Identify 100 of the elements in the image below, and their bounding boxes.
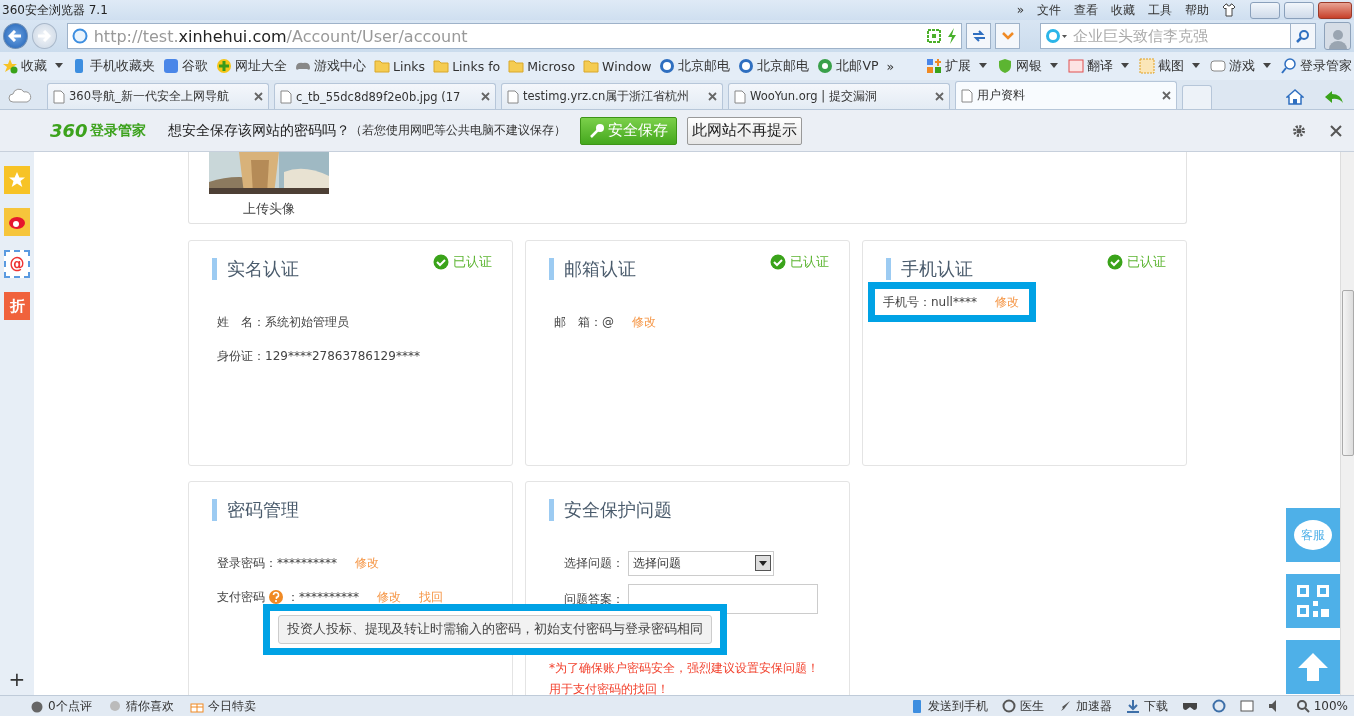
bookmark[interactable]: 游戏中心 bbox=[314, 57, 366, 75]
apps-icon bbox=[926, 58, 942, 74]
page-icon bbox=[53, 89, 65, 104]
toolbar-item[interactable]: 网银 bbox=[1016, 57, 1042, 75]
bookmark[interactable]: 谷歌 bbox=[182, 57, 208, 75]
cloud-icon[interactable] bbox=[8, 87, 32, 103]
home-icon[interactable] bbox=[1286, 89, 1304, 105]
folder-icon bbox=[433, 59, 450, 73]
status-item[interactable]: 0个点评 bbox=[48, 697, 92, 715]
add-button[interactable]: + bbox=[8, 667, 26, 691]
bookmark[interactable]: Links bbox=[393, 58, 426, 74]
shirt-icon[interactable] bbox=[1222, 3, 1236, 17]
qr-code-button[interactable] bbox=[1286, 574, 1340, 628]
toolbar-item[interactable]: 扩展 bbox=[945, 57, 971, 75]
menu-item[interactable]: 收藏 bbox=[1111, 1, 1135, 19]
browser-tab[interactable]: testimg.yrz.cn属于浙江省杭州 bbox=[501, 83, 723, 109]
toolbar-item[interactable]: 截图 bbox=[1158, 57, 1184, 75]
window-icon[interactable] bbox=[1239, 699, 1254, 713]
back-button[interactable] bbox=[3, 23, 28, 49]
warning-text: 用于支付密码的找回！ bbox=[549, 681, 670, 695]
field-text: 手机号：null**** bbox=[883, 293, 977, 311]
browser-tab[interactable]: 用户资料 bbox=[955, 81, 1177, 109]
bookmark[interactable]: Links fo bbox=[452, 58, 501, 74]
menu-item[interactable]: 工具 bbox=[1148, 1, 1172, 19]
toolbar-item[interactable]: 游戏 bbox=[1229, 57, 1255, 75]
title-marker bbox=[212, 499, 217, 521]
maximize-button[interactable] bbox=[1284, 1, 1314, 19]
title-marker bbox=[549, 258, 554, 280]
arrow-left-icon bbox=[8, 30, 23, 42]
bookmark[interactable]: 北京邮电 bbox=[678, 57, 731, 75]
minimize-button[interactable] bbox=[1250, 1, 1280, 19]
folder-icon bbox=[508, 59, 525, 73]
zoom-level[interactable]: 100% bbox=[1313, 699, 1348, 713]
warning-text: *为了确保账户密码安全，强烈建议设置安保问题！ bbox=[549, 660, 820, 677]
close-tab-icon[interactable] bbox=[708, 92, 717, 101]
browser-tab[interactable]: c_tb_55dc8d89f2e0b.jpg (17 bbox=[274, 83, 496, 109]
search-field[interactable]: 企业巨头致信李克强 bbox=[1040, 23, 1291, 49]
settings-icon[interactable] bbox=[1292, 123, 1306, 138]
never-button[interactable]: 此网站不再提示 bbox=[686, 116, 802, 145]
field-text: 登录密码：********** bbox=[217, 554, 337, 572]
status-item[interactable]: 医生 bbox=[1019, 697, 1044, 715]
field-text: 支付密码 bbox=[217, 588, 265, 606]
close-tab-icon[interactable] bbox=[254, 92, 263, 101]
toolbar-item[interactable]: 翻译 bbox=[1087, 57, 1113, 75]
close-tab-icon[interactable] bbox=[481, 92, 490, 101]
dropdown-arrow-button[interactable] bbox=[755, 555, 771, 571]
status-item[interactable]: 加速器 bbox=[1075, 697, 1112, 715]
menu-item[interactable]: 查看 bbox=[1074, 1, 1098, 19]
status-item[interactable]: 今日特卖 bbox=[207, 697, 256, 715]
bookmark[interactable]: 手机收藏夹 bbox=[90, 57, 155, 75]
status-item[interactable]: 猜你喜欢 bbox=[125, 697, 174, 715]
mail-icon[interactable]: @ bbox=[4, 250, 30, 278]
dropdown-button[interactable] bbox=[995, 23, 1021, 49]
search-button[interactable] bbox=[1290, 23, 1317, 49]
browser-tab[interactable]: WooYun.org | 提交漏洞 bbox=[728, 83, 950, 109]
menu-item[interactable]: 帮助 bbox=[1185, 1, 1209, 19]
more-bookmarks[interactable]: » bbox=[886, 58, 895, 74]
star-icon bbox=[2, 58, 18, 74]
field-label: 问题答案： bbox=[564, 590, 624, 608]
undo-arrow-icon[interactable] bbox=[1324, 89, 1344, 105]
folder-icon bbox=[583, 59, 600, 73]
bookmark[interactable]: Window bbox=[602, 58, 652, 74]
save-prompt: 想安全保存该网站的密码吗？ bbox=[167, 121, 350, 140]
swap-arrows-icon bbox=[970, 29, 987, 43]
verified-status: 已认证 bbox=[1127, 253, 1166, 271]
status-item[interactable]: 下载 bbox=[1143, 697, 1168, 715]
menu-item[interactable]: 文件 bbox=[1037, 1, 1061, 19]
compatibility-button[interactable] bbox=[966, 23, 992, 49]
leaf-icon bbox=[817, 58, 834, 74]
globe-icon bbox=[71, 28, 88, 44]
lightning-icon[interactable] bbox=[947, 28, 958, 44]
shield-icon bbox=[997, 58, 1013, 74]
question-select[interactable]: 选择问题 bbox=[628, 550, 774, 576]
qr-code-icon[interactable] bbox=[927, 29, 942, 43]
address-field[interactable]: http://test.xinhehui.com/Account/User/account bbox=[66, 23, 963, 49]
toolbar-item[interactable]: 登录管家 bbox=[1300, 57, 1352, 75]
answer-field[interactable] bbox=[628, 584, 818, 614]
card-title: 安全保护问题 bbox=[564, 498, 672, 522]
window-title: 360安全浏览器 7.1 bbox=[2, 1, 108, 19]
menu-item[interactable]: » bbox=[1016, 3, 1024, 17]
close-tab-icon[interactable] bbox=[1162, 91, 1171, 100]
bookmark[interactable]: Microso bbox=[527, 58, 576, 74]
close-button[interactable] bbox=[1318, 1, 1352, 19]
card-title: 手机认证 bbox=[901, 257, 973, 281]
scroll-thumb[interactable] bbox=[1341, 290, 1354, 456]
status-item[interactable]: 发送到手机 bbox=[927, 697, 988, 715]
close-tab-icon[interactable] bbox=[935, 92, 944, 101]
bookmark[interactable]: 收藏 bbox=[21, 57, 47, 75]
eye-icon[interactable] bbox=[4, 208, 30, 236]
field-text: 邮 箱：@ bbox=[554, 313, 614, 331]
title-marker bbox=[212, 258, 217, 280]
back-to-top-button[interactable] bbox=[1286, 640, 1340, 694]
bookmark[interactable]: 北京邮电 bbox=[757, 57, 810, 75]
globe-icon bbox=[738, 58, 755, 74]
close-icon[interactable] bbox=[1330, 124, 1342, 137]
browser-tab[interactable]: 360导航_新一代安全上网导航 bbox=[47, 83, 269, 109]
bookmark[interactable]: 网址大全 bbox=[235, 57, 287, 75]
verified-status: 已认证 bbox=[790, 253, 829, 271]
chevron-down-icon bbox=[1001, 32, 1014, 40]
bookmark[interactable]: 北邮VP bbox=[836, 57, 879, 75]
